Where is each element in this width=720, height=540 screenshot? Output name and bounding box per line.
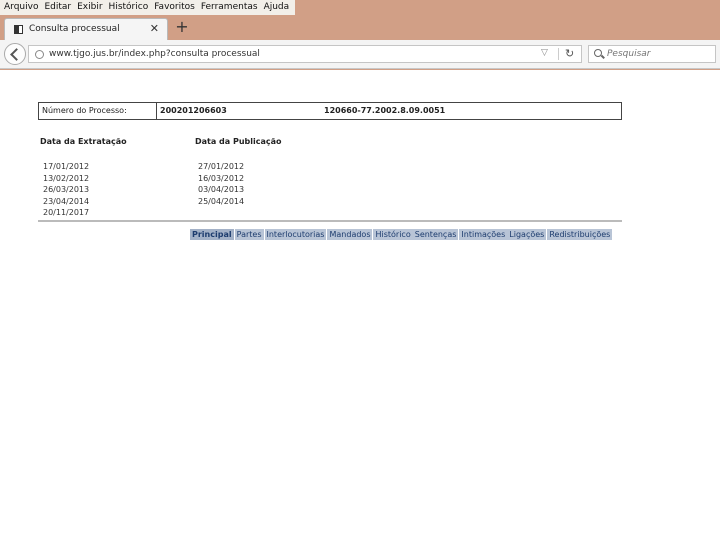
- menu-arquivo[interactable]: Arquivo: [2, 1, 42, 15]
- process-tabs: Principal Partes Interlocutorias Mandado…: [190, 229, 613, 240]
- publication-date-list: 27/01/2012 16/03/2012 03/04/2013 25/04/2…: [198, 161, 244, 207]
- tab-mandados[interactable]: Mandados: [327, 229, 373, 240]
- tab-title: Consulta processual: [29, 24, 120, 34]
- publication-date: 25/04/2014: [198, 196, 245, 206]
- tab-principal[interactable]: Principal: [190, 229, 234, 240]
- publication-date: 27/01/2012: [198, 162, 245, 171]
- tab-interlocutorias[interactable]: Interlocutorias: [264, 229, 327, 240]
- extraction-date: 26/03/2013: [43, 185, 90, 194]
- search-icon: [594, 49, 602, 57]
- publication-date: 03/04/2013: [198, 185, 245, 194]
- tab-intimacoes[interactable]: Intimações: [459, 229, 508, 240]
- extraction-date-header: Data da Extratação: [40, 137, 127, 146]
- dropdown-arrow-icon[interactable]: ▽: [541, 48, 548, 58]
- url-text: www.tjgo.jus.br/index.php?consulta proce…: [49, 49, 260, 59]
- menu-ajuda[interactable]: Ajuda: [262, 1, 294, 15]
- tab-historico[interactable]: Histórico: [373, 229, 413, 240]
- process-alt-number: 120660-77.2002.8.09.0051: [324, 106, 446, 115]
- page-content: Número do Processo: 200201206603 120660-…: [0, 70, 720, 540]
- publication-date: 16/03/2012: [198, 173, 245, 183]
- search-input[interactable]: [607, 48, 711, 60]
- new-tab-button[interactable]: +: [174, 18, 190, 36]
- extraction-date: 17/01/2012: [43, 162, 90, 171]
- browser-chrome: Arquivo Editar Exibir Histórico Favorito…: [0, 0, 720, 70]
- process-number-label: Número do Processo:: [39, 103, 157, 119]
- tab-redistribuicoes[interactable]: Redistribuições: [547, 229, 613, 240]
- menu-ferramentas[interactable]: Ferramentas: [199, 1, 262, 15]
- tab-sentencas[interactable]: Sentenças: [412, 229, 459, 240]
- extraction-date: 20/11/2017: [43, 208, 90, 217]
- process-number-value: 200201206603: [160, 106, 227, 115]
- tab-partes[interactable]: Partes: [234, 229, 264, 240]
- menu-favoritos[interactable]: Favoritos: [152, 1, 199, 15]
- navigation-bar: www.tjgo.jus.br/index.php?consulta proce…: [0, 40, 720, 69]
- page-favicon-icon: [14, 25, 23, 34]
- browser-tab[interactable]: Consulta processual ✕: [4, 18, 168, 40]
- address-bar[interactable]: www.tjgo.jus.br/index.php?consulta proce…: [28, 45, 582, 63]
- extraction-date: 13/02/2012: [43, 173, 90, 183]
- menu-editar[interactable]: Editar: [42, 1, 75, 15]
- site-identity-icon[interactable]: [35, 50, 44, 59]
- reload-icon[interactable]: ↻: [565, 47, 574, 60]
- search-box[interactable]: [588, 45, 716, 63]
- close-tab-icon[interactable]: ✕: [150, 22, 159, 35]
- process-number-row: Número do Processo: 200201206603 120660-…: [38, 102, 622, 120]
- tab-ligacoes[interactable]: Ligações: [507, 229, 547, 240]
- menu-exibir[interactable]: Exibir: [75, 1, 106, 15]
- publication-date-header: Data da Publicação: [195, 137, 282, 146]
- extraction-date: 23/04/2014: [43, 196, 90, 206]
- back-button[interactable]: [4, 43, 26, 65]
- extraction-date-list: 17/01/2012 13/02/2012 26/03/2013 23/04/2…: [43, 161, 89, 219]
- section-divider: [38, 220, 622, 222]
- address-separator: [558, 48, 559, 60]
- menu-bar: Arquivo Editar Exibir Histórico Favorito…: [0, 0, 296, 15]
- menu-historico[interactable]: Histórico: [107, 1, 153, 15]
